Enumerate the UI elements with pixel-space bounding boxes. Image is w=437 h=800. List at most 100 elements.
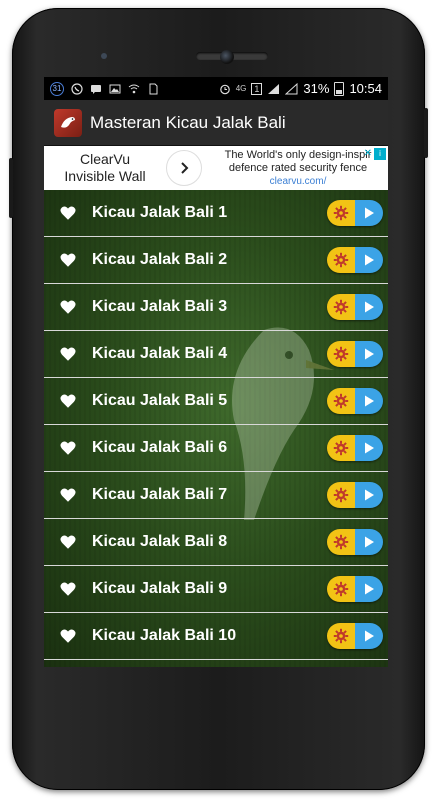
list-item-actions (327, 341, 383, 367)
ad-headline-line2: Invisible Wall (64, 168, 146, 184)
play-icon (365, 630, 374, 642)
alarm-icon (219, 83, 231, 95)
list-item[interactable]: Kicau Jalak Bali 4 (44, 331, 388, 378)
ad-description-line1: The World's only design-inspir (224, 148, 372, 161)
chevron-right-icon (181, 162, 189, 174)
play-icon (365, 395, 374, 407)
list-item-label: Kicau Jalak Bali 7 (92, 486, 228, 503)
play-icon (365, 536, 374, 548)
list-item-actions (327, 247, 383, 273)
heart-icon[interactable] (59, 486, 77, 504)
gear-icon (333, 581, 349, 597)
play-icon (365, 301, 374, 313)
play-button[interactable] (355, 294, 383, 320)
heart-icon[interactable] (59, 580, 77, 598)
list-item-label: Kicau Jalak Bali 6 (92, 439, 228, 456)
list-item[interactable]: Kicau Jalak Bali 8 (44, 519, 388, 566)
ad-open-button[interactable] (166, 150, 202, 186)
list-item-actions (327, 435, 383, 461)
gear-icon (333, 534, 349, 550)
heart-icon[interactable] (59, 533, 77, 551)
set-ringtone-button[interactable] (327, 341, 355, 367)
set-ringtone-button[interactable] (327, 529, 355, 555)
play-button[interactable] (355, 435, 383, 461)
play-icon (365, 348, 374, 360)
heart-icon[interactable] (59, 392, 77, 410)
gear-icon (333, 393, 349, 409)
message-icon (90, 83, 102, 95)
battery-percent: 31% (303, 81, 330, 96)
set-ringtone-button[interactable] (327, 247, 355, 273)
heart-icon[interactable] (59, 298, 77, 316)
gear-icon (333, 346, 349, 362)
set-ringtone-button[interactable] (327, 388, 355, 414)
heart-icon[interactable] (59, 345, 77, 363)
list-item[interactable]: Kicau Jalak Bali 2 (44, 237, 388, 284)
list-item[interactable]: Kicau Jalak Bali 10 (44, 613, 388, 660)
sim-indicator: 1 (251, 82, 263, 95)
set-ringtone-button[interactable] (327, 482, 355, 508)
screen: 31 4G 1 31% 10:54 Masteran Kicau Jalak B… (44, 77, 388, 667)
ad-banner[interactable]: ClearVu Invisible Wall The World's only … (44, 146, 388, 190)
sound-list: Kicau Jalak Bali 1 Kicau Jalak Bali 2 Kica… (44, 190, 388, 667)
play-button[interactable] (355, 623, 383, 649)
ad-info-icon[interactable]: i (374, 148, 386, 160)
clock: 10:54 (349, 81, 382, 96)
list-item-actions (327, 388, 383, 414)
play-icon (365, 442, 374, 454)
heart-icon[interactable] (59, 251, 77, 269)
list-item-actions (327, 294, 383, 320)
heart-icon[interactable] (59, 204, 77, 222)
set-ringtone-button[interactable] (327, 576, 355, 602)
list-item[interactable]: Kicau Jalak Bali 7 (44, 472, 388, 519)
ad-close-icon[interactable]: ✕ (364, 148, 372, 159)
list-item-label: Kicau Jalak Bali 5 (92, 392, 228, 409)
front-camera (220, 50, 234, 64)
gear-icon (333, 299, 349, 315)
play-button[interactable] (355, 388, 383, 414)
ad-url: clearvu.com/ (269, 175, 327, 187)
list-item-actions (327, 623, 383, 649)
play-icon (365, 207, 374, 219)
list-item-actions (327, 529, 383, 555)
set-ringtone-button[interactable] (327, 435, 355, 461)
set-ringtone-button[interactable] (327, 200, 355, 226)
proximity-sensor (101, 53, 107, 59)
play-button[interactable] (355, 200, 383, 226)
heart-icon[interactable] (59, 439, 77, 457)
list-item-actions (327, 482, 383, 508)
app-title: Masteran Kicau Jalak Bali (90, 112, 286, 132)
list-item-label: Kicau Jalak Bali 10 (92, 627, 237, 644)
set-ringtone-button[interactable] (327, 623, 355, 649)
ad-headline[interactable]: ClearVu Invisible Wall (44, 151, 166, 185)
signal-icon (267, 83, 280, 95)
set-ringtone-button[interactable] (327, 294, 355, 320)
bird-app-icon (54, 108, 82, 137)
list-item[interactable]: Kicau Jalak Bali 1 (44, 190, 388, 237)
list-item[interactable]: Kicau Jalak Bali 5 (44, 378, 388, 425)
play-button[interactable] (355, 341, 383, 367)
heart-icon[interactable] (59, 627, 77, 645)
network-type: 4G (235, 84, 247, 93)
ad-description-line2: defence rated security fence (228, 161, 368, 174)
play-icon (365, 583, 374, 595)
whatsapp-icon (71, 82, 83, 95)
battery-icon (334, 81, 345, 96)
play-button[interactable] (355, 247, 383, 273)
list-item[interactable]: Kicau Jalak Bali 3 (44, 284, 388, 331)
status-bar: 31 4G 1 31% 10:54 (44, 77, 388, 100)
list-item-label: Kicau Jalak Bali 1 (92, 204, 228, 221)
play-button[interactable] (355, 529, 383, 555)
list-item[interactable]: Kicau Jalak Bali 9 (44, 566, 388, 613)
list-item-label: Kicau Jalak Bali 3 (92, 298, 228, 315)
list-item[interactable]: Kicau Jalak Bali 6 (44, 425, 388, 472)
list-item-label: Kicau Jalak Bali 9 (92, 580, 228, 597)
play-button[interactable] (355, 576, 383, 602)
play-icon (365, 254, 374, 266)
gear-icon (333, 205, 349, 221)
image-icon (109, 83, 121, 95)
gear-icon (333, 252, 349, 268)
ad-description[interactable]: The World's only design-inspir defence r… (208, 149, 388, 188)
play-icon (365, 489, 374, 501)
play-button[interactable] (355, 482, 383, 508)
